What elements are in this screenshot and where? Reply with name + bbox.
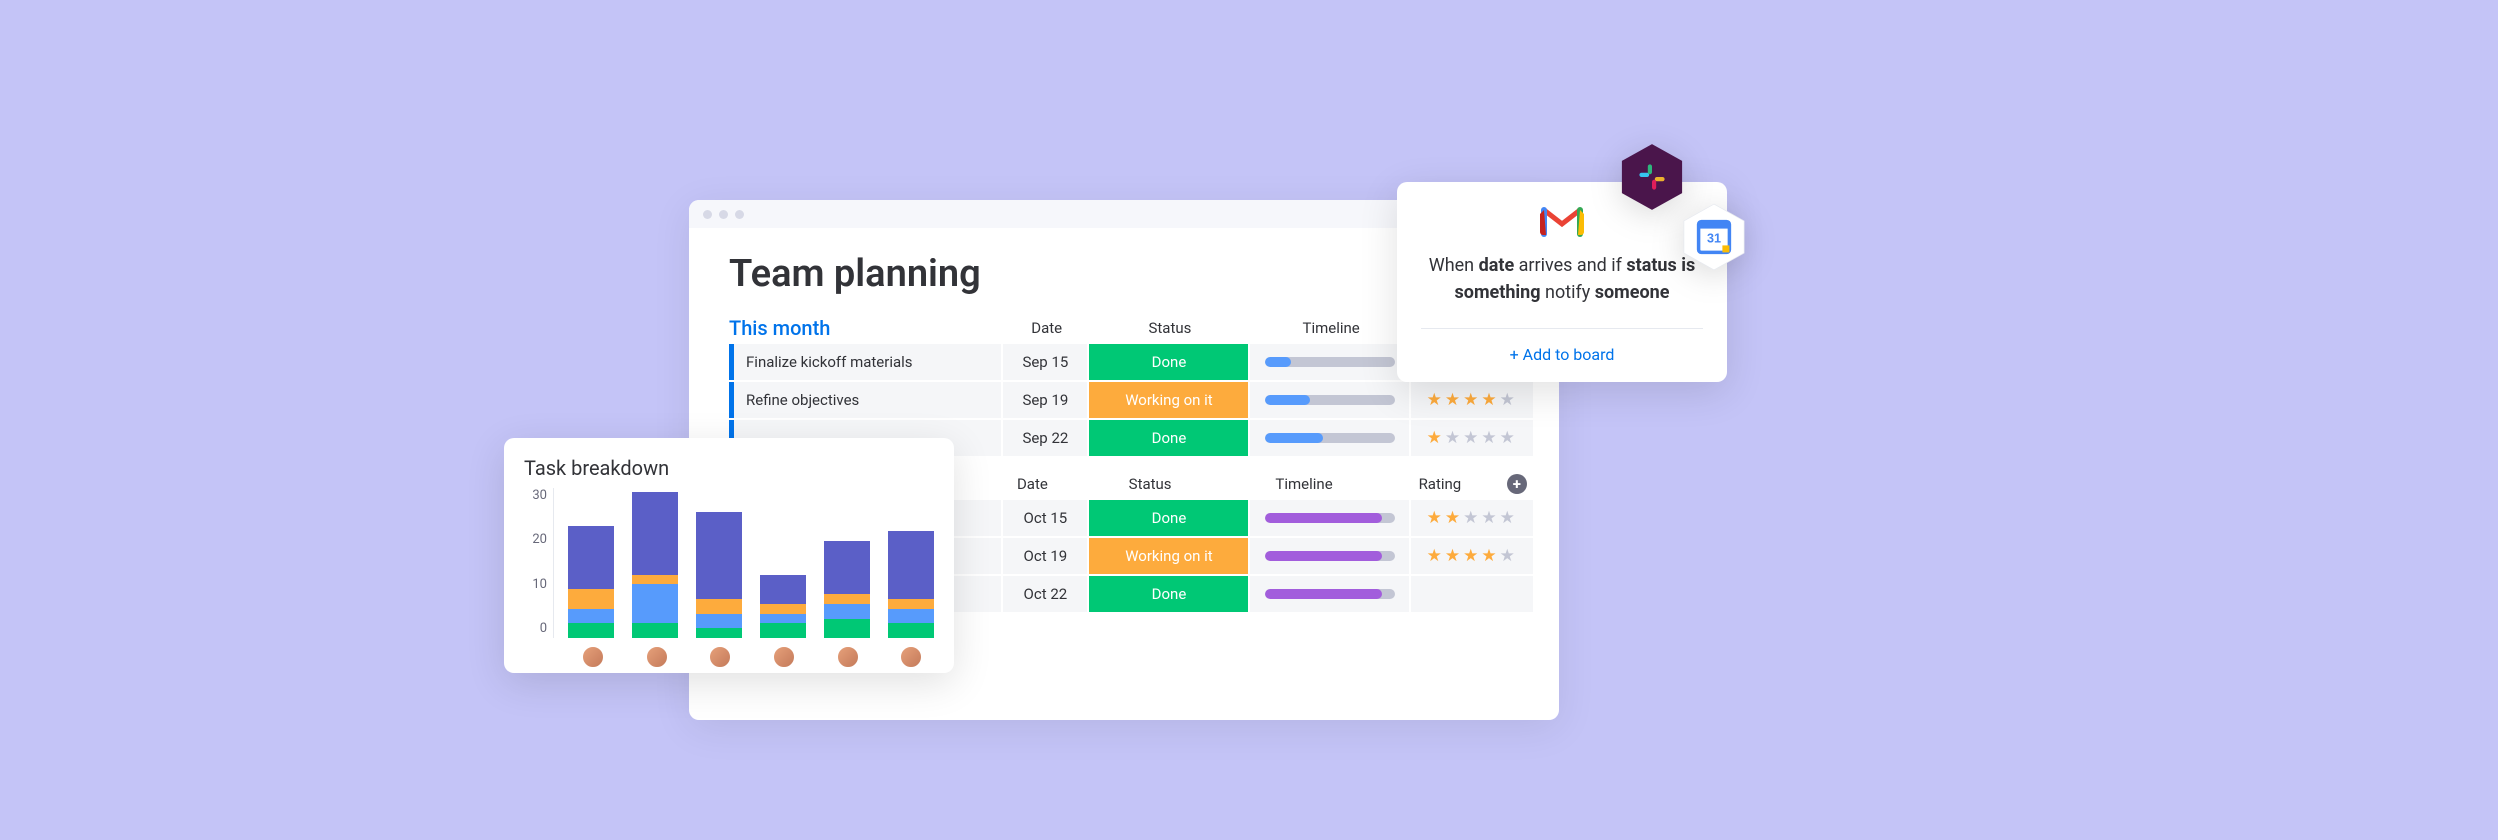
status-cell[interactable]: Done [1089,576,1248,612]
chart-title: Task breakdown [524,456,934,480]
column-header-timeline[interactable]: Timeline [1251,319,1412,337]
chart-bar [568,526,614,638]
chart-bar [888,531,934,638]
column-header-date[interactable]: Date [1004,319,1089,337]
task-name-cell[interactable]: Finalize kickoff materials [729,344,1001,380]
column-header-date[interactable]: Date [992,475,1074,493]
timeline-cell[interactable] [1250,382,1409,418]
y-tick-label: 20 [532,532,547,547]
add-column-button[interactable]: + [1499,474,1535,494]
column-header-status[interactable]: Status [1073,475,1227,493]
chart-bar [632,492,678,638]
timeline-cell[interactable] [1250,344,1409,380]
avatar-icon [582,646,604,668]
date-cell[interactable]: Sep 22 [1003,420,1087,456]
date-cell[interactable]: Sep 15 [1003,344,1087,380]
date-cell[interactable]: Oct 22 [1003,576,1087,612]
group-title[interactable]: This month [729,316,1004,340]
chart-bar [760,575,806,638]
timeline-cell[interactable] [1250,420,1409,456]
task-name-cell[interactable]: Refine objectives [729,382,1001,418]
y-tick-label: 30 [532,488,547,503]
table-row[interactable]: Refine objectivesSep 19Working on it ★★★★… [729,382,1535,418]
column-header-rating[interactable]: Rating [1381,475,1499,493]
date-cell[interactable]: Sep 19 [1003,382,1087,418]
avatar-icon [773,646,795,668]
date-cell[interactable]: Oct 19 [1003,538,1087,574]
y-tick-label: 10 [532,577,547,592]
rating-cell[interactable]: ★★★★★ [1411,538,1533,574]
svg-text:31: 31 [1707,232,1721,246]
avatar-icon [900,646,922,668]
google-calendar-icon: 31 [1679,202,1749,272]
status-cell[interactable]: Working on it [1089,382,1248,418]
rating-cell[interactable]: ★★★★★ [1411,500,1533,536]
task-breakdown-card: Task breakdown 30 20 10 0 [504,438,954,673]
status-cell[interactable]: Done [1089,500,1248,536]
column-header-status[interactable]: Status [1089,319,1250,337]
rating-cell[interactable]: ★★★★★ [1411,382,1533,418]
timeline-cell[interactable] [1250,500,1409,536]
chart-bar [696,512,742,639]
window-dot [719,210,728,219]
status-cell[interactable]: Done [1089,420,1248,456]
chart-bar [824,541,870,638]
timeline-cell[interactable] [1250,576,1409,612]
window-dot [735,210,744,219]
status-cell[interactable]: Working on it [1089,538,1248,574]
chart-bars [553,488,934,638]
add-to-board-button[interactable]: + Add to board [1421,328,1703,364]
chart-x-axis-avatars [524,646,934,668]
rating-cell[interactable] [1411,576,1533,612]
timeline-cell[interactable] [1250,538,1409,574]
status-cell[interactable]: Done [1089,344,1248,380]
column-header-timeline[interactable]: Timeline [1227,475,1381,493]
automation-recipe-text: When date arrives and if status is somet… [1421,252,1703,306]
date-cell[interactable]: Oct 15 [1003,500,1087,536]
plus-icon: + [1507,474,1527,494]
avatar-icon [646,646,668,668]
y-tick-label: 0 [540,621,547,636]
rating-cell[interactable]: ★★★★★ [1411,420,1533,456]
slack-icon [1617,142,1687,212]
chart-y-axis: 30 20 10 0 [524,488,553,638]
window-dot [703,210,712,219]
avatar-icon [837,646,859,668]
avatar-icon [709,646,731,668]
